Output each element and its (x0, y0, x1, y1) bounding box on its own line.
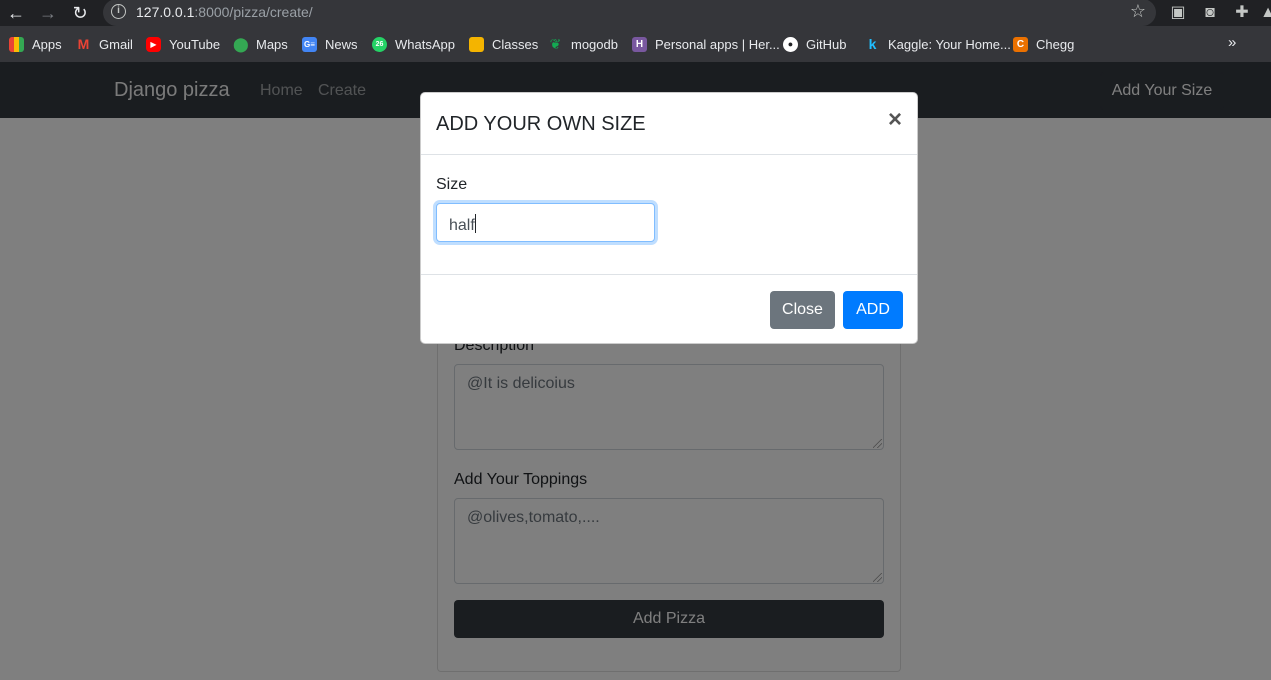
size-input-value: half (449, 217, 475, 234)
size-input[interactable]: half (436, 203, 655, 242)
profile-icon[interactable]: ▲ (1258, 3, 1271, 23)
maps-pin-icon: ⬤ (233, 35, 249, 52)
address-bar[interactable]: i 127.0.0.1:8000/pizza/create/ ☆ (103, 0, 1156, 26)
cast-icon[interactable]: ▣ (1168, 3, 1188, 23)
youtube-icon: ▶ (146, 36, 161, 52)
apps-grid-icon (9, 36, 24, 52)
google-news-icon: G≡ (302, 36, 317, 52)
bookmark-chegg[interactable]: C Chegg (1013, 35, 1074, 53)
bookmark-heroku[interactable]: H Personal apps | Her... (632, 35, 780, 53)
site-info-icon[interactable]: i (111, 4, 126, 19)
bookmark-apps[interactable]: Apps (9, 35, 62, 53)
bookmark-mogodb[interactable]: ❦ mogodb (548, 35, 618, 53)
bookmark-youtube[interactable]: ▶ YouTube (146, 35, 220, 53)
add-size-modal: ADD YOUR OWN SIZE × Size half Close ADD (420, 92, 918, 344)
kaggle-icon: k (868, 35, 877, 52)
modal-footer: Close ADD (421, 274, 917, 343)
bookmark-classes[interactable]: Classes (469, 35, 538, 53)
text-caret (474, 214, 476, 233)
size-label: Size (436, 176, 468, 193)
close-icon[interactable]: × (888, 108, 902, 132)
bookmark-gmail[interactable]: M Gmail (76, 35, 133, 53)
more-bookmarks-icon[interactable]: » (1228, 34, 1236, 51)
forward-arrow-icon[interactable]: → (37, 2, 59, 24)
chegg-icon: C (1013, 36, 1028, 52)
modal-header: ADD YOUR OWN SIZE × (421, 93, 917, 155)
close-button[interactable]: Close (770, 291, 835, 329)
github-icon: ● (783, 36, 798, 52)
back-arrow-icon[interactable]: ← (5, 2, 27, 24)
url-text: 127.0.0.1:8000/pizza/create/ (136, 4, 313, 20)
bookmark-news[interactable]: G≡ News (302, 35, 358, 53)
modal-title: ADD YOUR OWN SIZE (436, 113, 646, 135)
mongodb-leaf-icon: ❦ (549, 35, 562, 52)
add-button[interactable]: ADD (843, 291, 903, 329)
extensions-puzzle-icon[interactable]: ✚ (1232, 3, 1252, 23)
reload-icon[interactable]: ↻ (69, 2, 91, 24)
bookmark-maps[interactable]: ⬤ Maps (233, 35, 288, 53)
bookmark-star-icon[interactable]: ☆ (1130, 1, 1146, 22)
browser-toolbar: ← → ↻ i 127.0.0.1:8000/pizza/create/ ☆ ▣… (0, 0, 1271, 26)
whatsapp-icon: 26 (372, 36, 387, 52)
gmail-icon: M (77, 35, 90, 52)
bookmarks-bar: Apps M Gmail ▶ YouTube ⬤ Maps G≡ News 26 What… (0, 26, 1271, 62)
bookmark-whatsapp[interactable]: 26 WhatsApp (372, 35, 455, 53)
bookmark-github[interactable]: ● GitHub (783, 35, 846, 53)
camera-icon[interactable]: ◙ (1200, 3, 1220, 23)
bookmark-kaggle[interactable]: k Kaggle: Your Home... (865, 35, 1011, 53)
classroom-icon (469, 36, 484, 52)
heroku-icon: H (632, 36, 647, 52)
